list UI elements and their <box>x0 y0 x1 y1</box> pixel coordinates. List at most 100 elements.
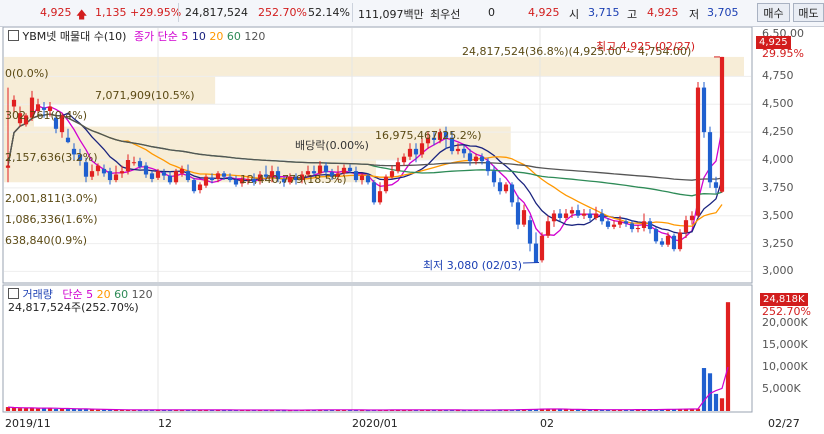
candle-body <box>413 148 419 155</box>
volume-bar <box>35 408 41 411</box>
candle-body <box>215 173 221 179</box>
best-sell-qty: 0 <box>488 6 495 19</box>
candle-body <box>383 176 389 192</box>
candle-body <box>461 148 467 154</box>
volume-bar <box>725 302 731 411</box>
candle-body <box>527 220 533 244</box>
candle-body <box>119 171 125 174</box>
candle-body <box>191 180 197 192</box>
sell-button[interactable]: 매도 <box>793 3 824 22</box>
buy-button[interactable]: 매수 <box>757 3 790 22</box>
candle-body <box>515 202 521 225</box>
volume-bar <box>95 409 101 411</box>
candle-body <box>479 156 485 162</box>
checkbox-icon[interactable] <box>8 288 19 299</box>
candle-body <box>653 229 659 242</box>
checkbox-icon[interactable] <box>8 30 19 41</box>
candle-body <box>677 232 683 250</box>
volume-tick-label: 20,000K <box>762 316 808 330</box>
y-tick-label: 4,000 <box>762 153 794 166</box>
candle-body <box>137 161 143 167</box>
candle-body <box>149 173 155 179</box>
candle-body <box>179 168 185 174</box>
candle-body <box>473 156 479 162</box>
volume-ratio: 252.70% <box>258 6 307 19</box>
trade-amount: 111,097백만 <box>358 8 424 21</box>
ma-5: 5 <box>181 30 189 43</box>
x-tick: 12 <box>158 417 172 430</box>
candle-body <box>689 215 695 221</box>
candle-body <box>167 175 173 183</box>
candle-body <box>707 132 713 183</box>
candle-body <box>395 162 401 172</box>
volume-bar <box>713 393 719 411</box>
best-price: 4,925 <box>528 6 560 19</box>
candle-body <box>419 143 425 155</box>
candle-body <box>659 241 665 245</box>
candle-body <box>683 220 689 233</box>
candle-body <box>575 210 581 216</box>
up-arrow-icon: 🡅 <box>76 8 88 21</box>
candle-body <box>557 213 563 218</box>
candle-body <box>521 210 527 225</box>
open-price: 3,715 <box>588 6 620 19</box>
candle-body <box>605 221 611 227</box>
candle-body <box>563 213 569 218</box>
volume-current: 24,817,524주(252.70%) <box>8 301 139 314</box>
profile-label: 302,761(0.4%) <box>5 109 88 122</box>
candle-body <box>467 153 473 162</box>
candle-body <box>635 227 641 230</box>
y-tick-label: 3,250 <box>762 236 794 250</box>
candle-body <box>665 235 671 245</box>
dividend-label: 배당락(0.00%) <box>295 139 369 152</box>
candle-body <box>95 165 101 172</box>
x-tick: 2019/11 <box>5 417 51 430</box>
profile-label: 2,001,811(3.0%) <box>5 192 98 205</box>
volume-tick-label: 10,000K <box>762 360 808 374</box>
price-legend: YBM넷 매물대 수(10) 종가 단순 5 10 20 60 120 <box>8 28 265 44</box>
candle-body <box>125 160 131 172</box>
x-tick: 02 <box>540 417 554 430</box>
candle-body <box>5 165 11 168</box>
candle-body <box>203 176 209 186</box>
candle-body <box>671 235 677 250</box>
candle-body <box>509 184 515 203</box>
y-tick-label: 3,000 <box>762 264 794 278</box>
candle-body <box>593 213 599 218</box>
price-change: 1,135 <box>95 6 127 19</box>
candle-body <box>569 210 575 214</box>
best-sell-label: 최우선 <box>430 8 461 21</box>
candle-body <box>641 221 647 228</box>
candle-body <box>371 182 377 203</box>
candle-body <box>161 172 167 176</box>
quote-toolbar: 4,925 🡅 1,135 +29.95% 24,817,524 252.70%… <box>0 0 824 27</box>
candle-body <box>131 162 137 164</box>
profile-label: 12,440,779(18.5%) <box>240 173 347 186</box>
volume-bar <box>53 408 59 411</box>
candle-body <box>503 184 509 192</box>
candle-body <box>539 235 545 261</box>
candle-body <box>623 221 629 224</box>
candle-body <box>389 171 395 177</box>
candle-body <box>83 162 89 177</box>
volume-profile-band <box>4 56 744 76</box>
candle-body <box>695 87 701 216</box>
candle-body <box>533 243 539 263</box>
volume-bar <box>23 408 29 411</box>
candle-body <box>497 182 503 192</box>
stock-chart[interactable]: YBM넷 매물대 수(10) 종가 단순 5 10 20 60 120 24,8… <box>0 27 824 434</box>
candle-body <box>629 223 635 230</box>
ma-120: 120 <box>244 30 266 43</box>
volume-tick-label: 5,000K <box>762 382 801 396</box>
low-label: 저 <box>689 8 700 21</box>
profile-label: 7,071,909(10.5%) <box>95 89 195 102</box>
profile-label: 638,840(0.9%) <box>5 234 88 247</box>
candle-body <box>209 177 215 181</box>
candle-body <box>713 182 719 188</box>
candle-body <box>197 184 203 191</box>
ma-10: 10 <box>191 30 206 43</box>
ma-label: 종가 단순 <box>133 30 178 43</box>
pct-badge: 29.95% <box>762 47 804 60</box>
high-annotation: 최고 4,925 (02/27) <box>596 40 696 53</box>
open-label: 시 <box>569 8 580 21</box>
